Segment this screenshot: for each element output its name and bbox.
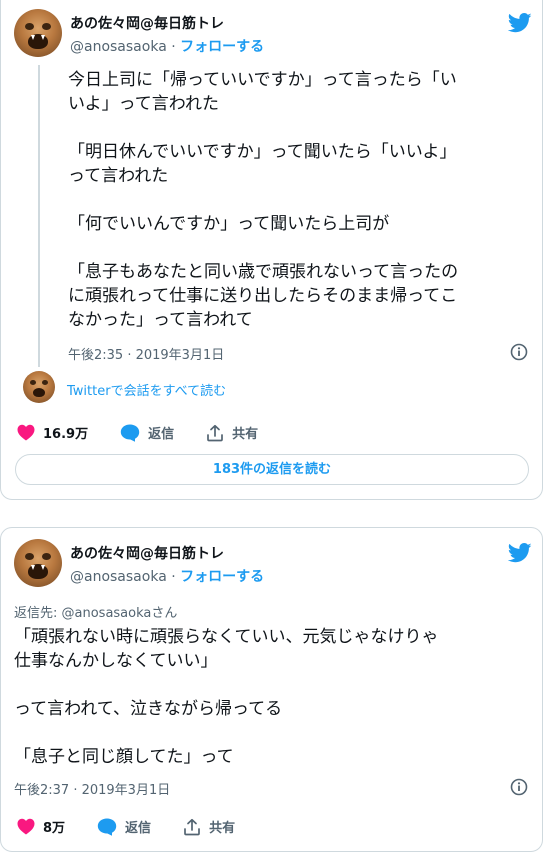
- author-name[interactable]: あの佐々岡@毎日筋トレ: [70, 13, 224, 33]
- handle-separator: ·: [166, 569, 181, 585]
- like-count: 8万: [43, 821, 66, 836]
- tweet-actions: 8万 返信 共有: [17, 817, 267, 836]
- author-handle-row: @anosasaoka · フォローする: [70, 566, 264, 586]
- share-icon: [184, 818, 200, 835]
- tweet-card-2: あの佐々岡@毎日筋トレ @anosasaoka · フォローする 返信先: @a…: [0, 527, 543, 852]
- author-avatar[interactable]: [14, 539, 62, 587]
- heart-icon: [17, 818, 35, 835]
- author-handle[interactable]: @anosasaoka: [70, 569, 167, 585]
- author-handle-row: @anosasaoka · フォローする: [70, 36, 264, 56]
- info-icon[interactable]: [510, 778, 528, 796]
- tweet-actions: 16.9万 返信 共有: [17, 423, 290, 442]
- reply-label: 返信: [148, 427, 175, 442]
- reply-to-label[interactable]: 返信先: @anosasaokaさん: [14, 602, 177, 621]
- reply-button[interactable]: 返信: [97, 817, 151, 836]
- share-button[interactable]: 共有: [183, 817, 235, 836]
- handle-separator: ·: [166, 39, 181, 55]
- share-label: 共有: [209, 821, 236, 836]
- tweet-text: 「頑張れない時に頑張らなくていい、元気じゃなけりゃ 仕事なんかしなくていい」 っ…: [14, 627, 439, 767]
- twitter-bird-icon[interactable]: [508, 543, 532, 563]
- heart-icon: [17, 424, 35, 441]
- thread-line: [38, 65, 40, 367]
- follow-button[interactable]: フォローする: [180, 39, 264, 55]
- read-conversation-link[interactable]: Twitterで会話をすべて読む: [67, 380, 226, 399]
- author-handle[interactable]: @anosasaoka: [70, 39, 167, 55]
- tweet-timestamp[interactable]: 午後2:37 · 2019年3月1日: [14, 779, 170, 798]
- share-label: 共有: [232, 427, 259, 442]
- tweet-text: 今日上司に「帰っていいですか」って言ったら「い いよ」って言われた 「明日休んで…: [68, 70, 459, 330]
- share-button[interactable]: 共有: [206, 423, 258, 442]
- reply-label: 返信: [125, 821, 152, 836]
- like-button[interactable]: 8万: [17, 817, 65, 836]
- tweet-timestamp[interactable]: 午後2:35 · 2019年3月1日: [68, 344, 224, 363]
- author-avatar[interactable]: [14, 9, 62, 57]
- twitter-bird-icon[interactable]: [508, 13, 532, 33]
- follow-button[interactable]: フォローする: [180, 569, 264, 585]
- tweet-card-1: あの佐々岡@毎日筋トレ @anosasaoka · フォローする 今日上司に「帰…: [0, 0, 543, 500]
- read-replies-button[interactable]: 183件の返信を読む: [15, 454, 529, 485]
- info-icon[interactable]: [510, 343, 528, 361]
- author-name[interactable]: あの佐々岡@毎日筋トレ: [70, 543, 224, 563]
- reply-bubble-icon: [97, 818, 117, 836]
- conversation-avatar[interactable]: [23, 371, 55, 403]
- share-icon: [207, 424, 223, 441]
- like-count: 16.9万: [43, 427, 89, 442]
- reply-button[interactable]: 返信: [120, 423, 174, 442]
- reply-bubble-icon: [120, 424, 140, 442]
- like-button[interactable]: 16.9万: [17, 423, 88, 442]
